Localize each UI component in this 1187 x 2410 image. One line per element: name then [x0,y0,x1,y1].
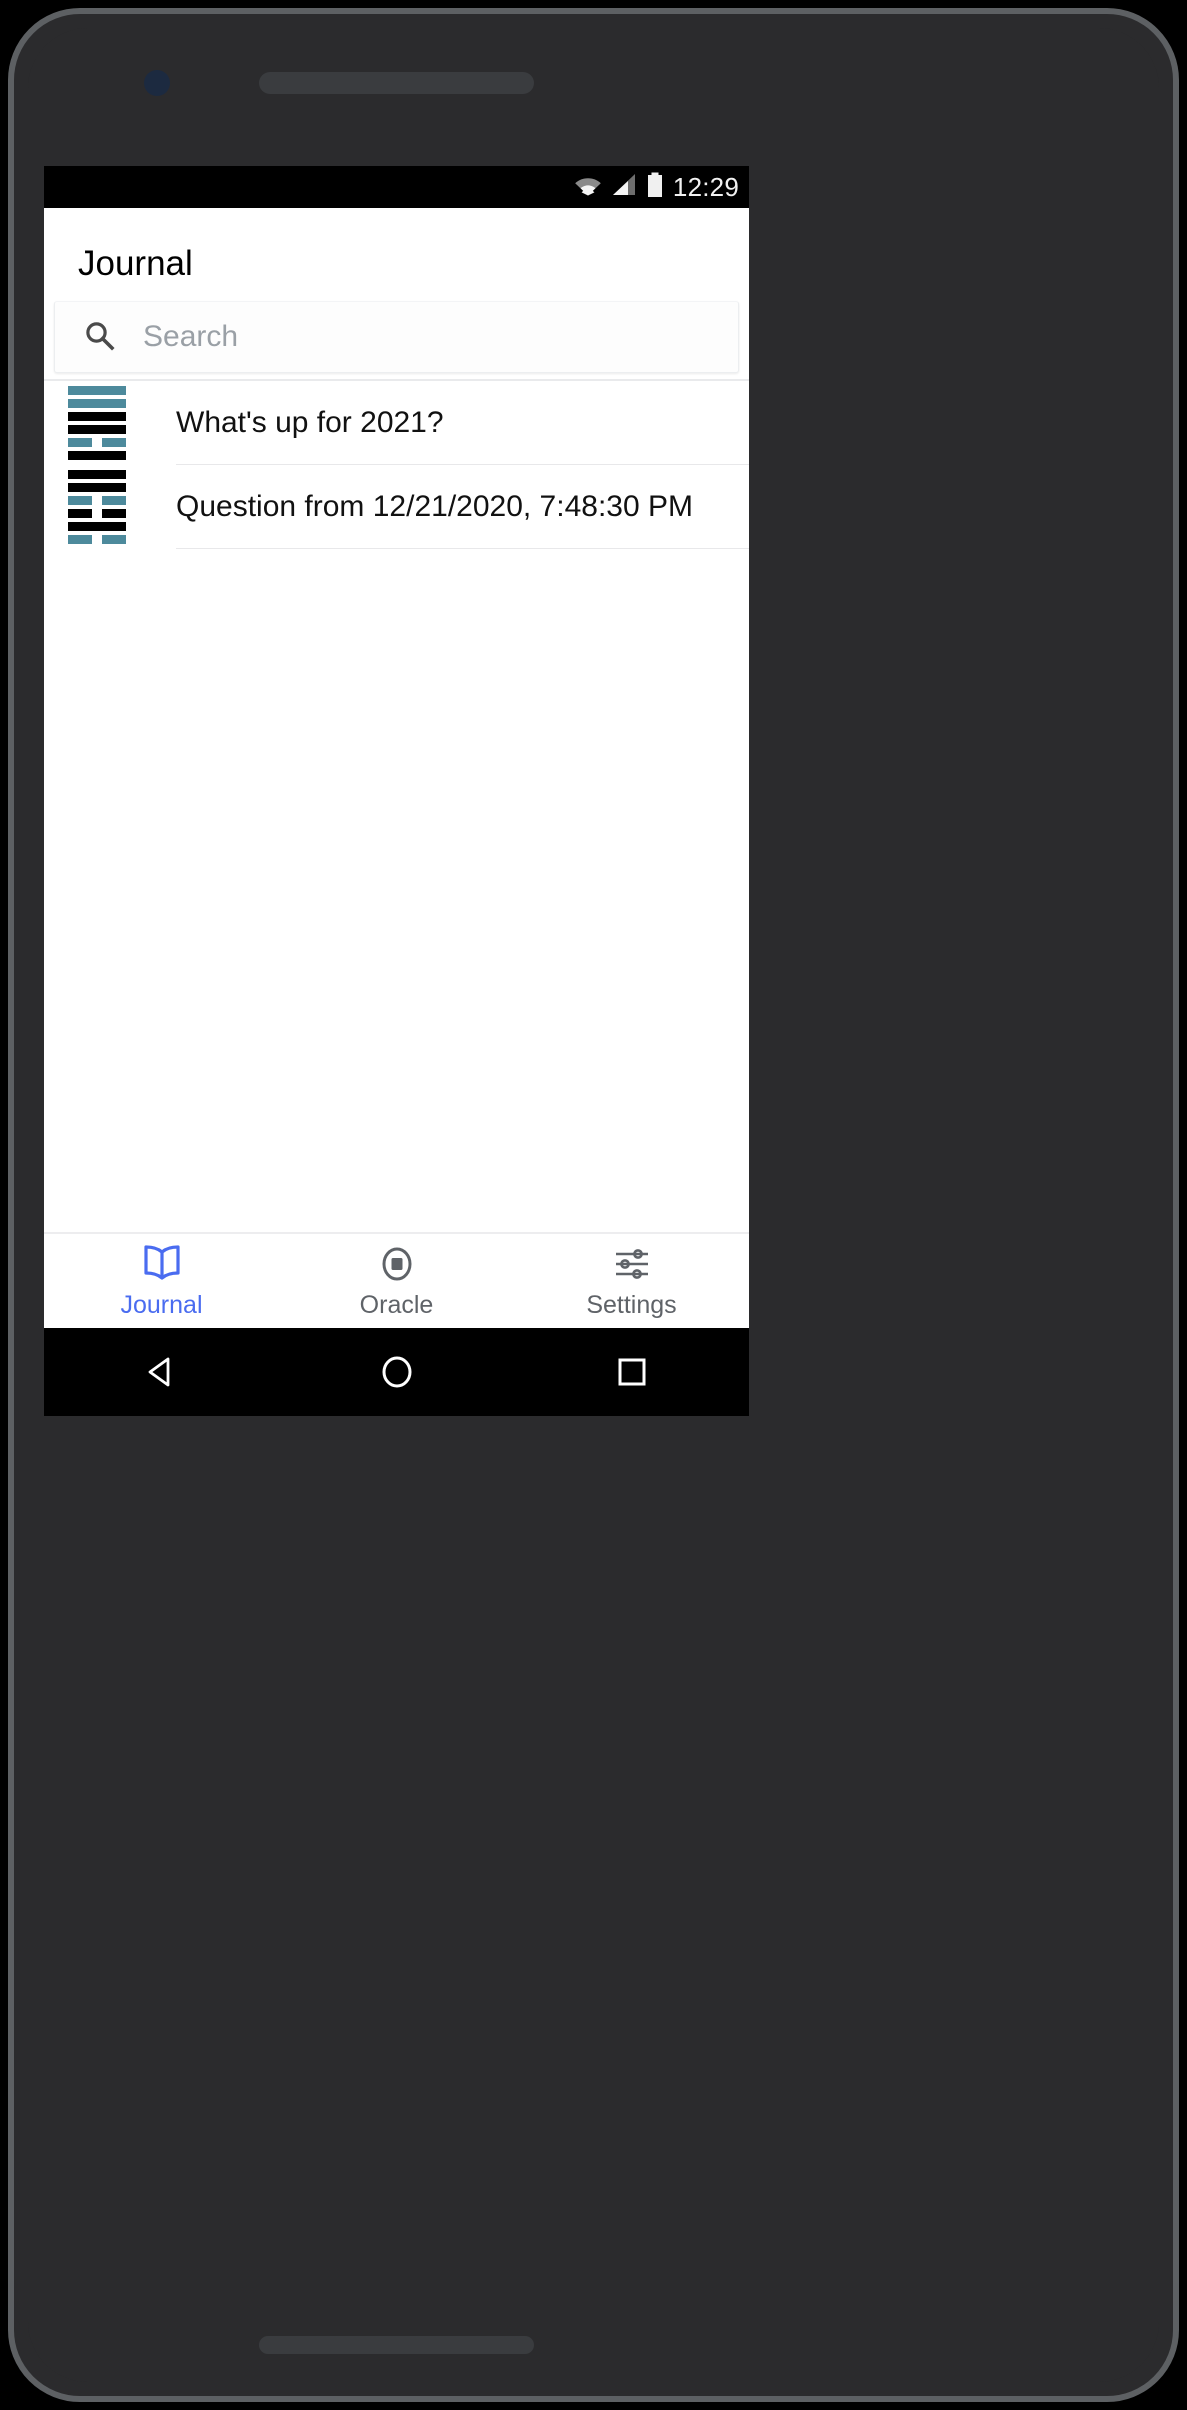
earpiece-speaker [259,72,534,94]
search-input[interactable] [143,317,738,357]
bottom-tab-bar: Journal Oracle Settings [44,1232,749,1328]
sliders-icon [610,1243,654,1285]
home-circle-icon[interactable] [279,1351,514,1393]
tab-label: Settings [586,1290,677,1319]
hexagram-icon [68,469,126,544]
phone-device-frame: 12:29 Journal Search What's up for 2021?… [8,8,1179,2402]
search-bar[interactable] [54,301,739,373]
bottom-speaker-grille [259,2336,534,2354]
search-icon [83,319,115,356]
phone-screen: 12:29 Journal Search What's up for 2021?… [44,166,749,1416]
tab-label: Oracle [359,1290,434,1319]
android-navigation-bar [44,1328,749,1416]
tab-settings[interactable]: Settings [514,1234,749,1328]
tab-label: Journal [120,1290,203,1319]
tab-oracle[interactable]: Oracle [279,1234,514,1328]
page-title: Journal [78,244,193,283]
recents-square-icon[interactable] [514,1351,749,1393]
status-bar-clock: 12:29 [672,171,739,202]
hexagram-icon [68,385,126,460]
back-triangle-icon[interactable] [44,1351,279,1393]
list-item-label: What's up for 2021? [176,405,444,439]
search-section [44,292,749,373]
list-divider [176,548,749,549]
tab-journal[interactable]: Journal [44,1234,279,1328]
status-bar: 12:29 [44,166,749,208]
coin-circle-icon [377,1243,417,1285]
list-item[interactable]: What's up for 2021? [44,381,749,464]
app-header: Journal [44,208,749,292]
list-item-label: Question from 12/21/2020, 7:48:30 PM [176,489,693,523]
front-camera-lens [144,70,170,96]
list-item[interactable]: Question from 12/21/2020, 7:48:30 PM [44,465,749,548]
journal-entry-list: What's up for 2021? Question from 12/21/… [44,381,749,1232]
open-book-icon [140,1243,184,1285]
wifi-icon [574,174,602,201]
cellular-signal-icon [611,173,637,202]
battery-icon [646,172,664,203]
